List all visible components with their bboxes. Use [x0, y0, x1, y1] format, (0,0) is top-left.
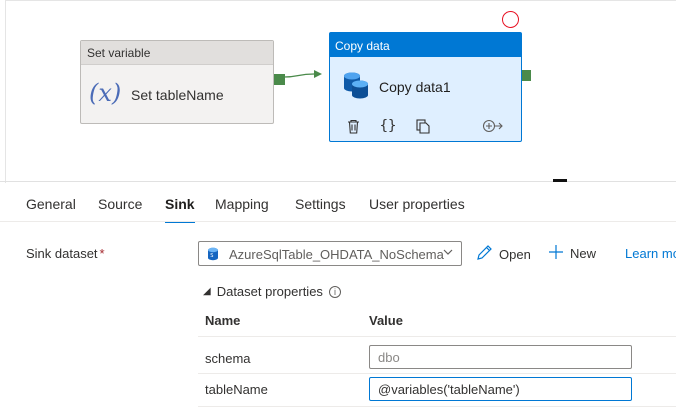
- chevron-down-icon: [442, 246, 454, 261]
- sql-table-icon: S: [207, 247, 219, 266]
- column-header-name: Name: [205, 313, 241, 328]
- property-name: schema: [205, 351, 251, 366]
- database-copy-icon: [342, 69, 370, 104]
- tab-user-properties[interactable]: User properties: [369, 196, 465, 222]
- canvas-divider: [0, 181, 676, 182]
- tabs-divider: [0, 221, 676, 222]
- property-name: tableName: [205, 382, 268, 397]
- annotation-circle: [502, 11, 519, 28]
- tab-settings[interactable]: Settings: [295, 196, 346, 222]
- dependency-arrow: [284, 70, 322, 78]
- panel-resize-handle[interactable]: [553, 179, 567, 182]
- open-label: Open: [499, 246, 531, 262]
- dataset-properties-toggle[interactable]: ◢ Dataset properties i: [203, 284, 341, 299]
- caret-down-icon: ◢: [203, 286, 211, 297]
- set-variable-label: Set tableName: [131, 87, 224, 103]
- column-header-value: Value: [369, 313, 403, 328]
- new-dataset-button[interactable]: New: [548, 244, 596, 263]
- copy-data-activity[interactable]: Copy data Copy data1 {}: [329, 32, 522, 142]
- canvas-border-top: [5, 0, 676, 1]
- tab-sink[interactable]: Sink: [165, 196, 195, 223]
- tablename-value-input[interactable]: @variables('tableName'): [369, 377, 632, 401]
- delete-icon[interactable]: [344, 117, 362, 135]
- canvas-border-left: [5, 0, 6, 183]
- copy-output-handle[interactable]: [522, 70, 531, 81]
- copy-icon[interactable]: [414, 117, 432, 135]
- copy-data-body: Copy data1 {}: [330, 57, 521, 141]
- tab-source[interactable]: Source: [98, 196, 142, 222]
- edit-pencil-icon: [476, 244, 493, 264]
- sink-dataset-dropdown[interactable]: S AzureSqlTable_OHDATA_NoSchema: [198, 241, 462, 266]
- sink-dataset-label: Sink dataset *: [26, 246, 105, 261]
- set-variable-header: Set variable: [81, 41, 273, 65]
- open-dataset-button[interactable]: Open: [476, 244, 531, 264]
- sink-dataset-label-text: Sink dataset: [26, 246, 98, 261]
- schema-value-input[interactable]: dbo: [369, 345, 632, 369]
- tab-mapping[interactable]: Mapping: [215, 196, 269, 222]
- dataset-properties-label: Dataset properties: [216, 284, 323, 299]
- variable-icon: (x): [89, 79, 122, 107]
- sink-dataset-value: AzureSqlTable_OHDATA_NoSchema: [229, 247, 444, 262]
- required-marker: *: [99, 246, 105, 261]
- activity-actions: {}: [330, 117, 523, 137]
- set-variable-activity[interactable]: Set variable (x) Set tableName: [80, 40, 274, 124]
- header-divider: [198, 336, 676, 337]
- code-icon[interactable]: {}: [378, 117, 398, 135]
- copy-data-label: Copy data1: [379, 79, 451, 95]
- row-divider: [198, 406, 676, 407]
- properties-tabs: General Source Sink Mapping Settings Use…: [0, 188, 676, 223]
- new-label: New: [570, 246, 597, 261]
- row-divider: [198, 373, 676, 374]
- info-icon[interactable]: i: [328, 285, 341, 298]
- plus-icon: [548, 244, 564, 263]
- pipeline-canvas[interactable]: Set variable (x) Set tableName Copy data: [0, 0, 676, 183]
- tab-general[interactable]: General: [26, 196, 76, 222]
- learn-more-link[interactable]: Learn mo: [625, 246, 676, 261]
- svg-text:S: S: [210, 253, 213, 259]
- add-output-icon[interactable]: [482, 117, 504, 135]
- set-variable-body: (x) Set tableName: [81, 65, 273, 123]
- copy-data-header: Copy data: [330, 33, 521, 57]
